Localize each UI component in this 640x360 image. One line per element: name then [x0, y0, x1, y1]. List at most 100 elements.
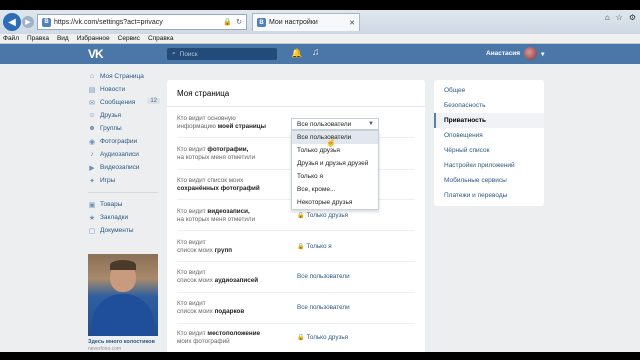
- games-icon: ✦: [89, 177, 95, 185]
- home-button-icon[interactable]: ⌂: [605, 13, 610, 22]
- avatar: [524, 47, 538, 60]
- sidebar-item-label: Аудиозаписи: [100, 151, 139, 158]
- sidebar-item-label: Видеозаписи: [100, 164, 140, 171]
- sidebar-item-my-page[interactable]: ⌂ Моя Страница: [88, 70, 164, 83]
- sidebar-item-messages[interactable]: ✉ Сообщения 12: [88, 96, 164, 109]
- privacy-value[interactable]: 🔒 Только друзья: [297, 334, 348, 342]
- question-text-bold: фотографии,: [207, 146, 249, 153]
- back-button[interactable]: ◀: [3, 13, 21, 31]
- user-menu[interactable]: Анастасия ▾: [486, 47, 544, 60]
- sidebar-item-goods[interactable]: ▣ Товары: [88, 198, 164, 211]
- browser-toolbar: ◀ ▶ B https://vk.com/settings?act=privac…: [0, 10, 640, 34]
- question-text: список моих: [177, 308, 215, 315]
- video-frame: ◀ ▶ B https://vk.com/settings?act=privac…: [0, 0, 640, 360]
- menu-tools[interactable]: Сервис: [118, 35, 140, 42]
- chevron-down-icon: ▾: [541, 50, 545, 58]
- menu-help[interactable]: Справка: [148, 35, 174, 42]
- sidebar-item-label: Товары: [100, 201, 123, 208]
- privacy-value-text: Все пользователи: [297, 273, 350, 280]
- groups-icon: ☻: [88, 125, 96, 132]
- goods-icon: ▣: [88, 201, 96, 209]
- privacy-question: Кто видит список моих аудиозаписей: [177, 269, 287, 285]
- sidebar-item-games[interactable]: ✦ Игры: [88, 174, 164, 187]
- privacy-value[interactable]: 🔒 Только друзья: [297, 212, 348, 220]
- sidebar-item-label: Игры: [100, 177, 116, 184]
- lock-icon: 🔒: [297, 335, 305, 341]
- search-placeholder: Поиск: [179, 50, 198, 58]
- question-text-bold: групп: [214, 247, 233, 254]
- sidebar-item-photos[interactable]: ◉ Фотографии: [88, 135, 164, 148]
- settings-item-notifications[interactable]: Оповещения: [434, 128, 544, 143]
- sidebar-item-news[interactable]: ▤ Новости: [88, 83, 164, 96]
- settings-gear-icon[interactable]: ⚙: [629, 13, 636, 22]
- dropdown-selected-text: Все пользователи: [297, 120, 352, 128]
- sidebar-item-documents[interactable]: ▢ Документы: [88, 224, 164, 237]
- refresh-icon[interactable]: ↻: [236, 18, 242, 26]
- dropdown-option[interactable]: Друзья и друзья друзей: [292, 157, 378, 170]
- vk-logo[interactable]: VK: [88, 47, 104, 61]
- settings-item-privacy[interactable]: Приватность: [434, 113, 544, 128]
- panel-divider: [167, 106, 425, 107]
- lock-icon[interactable]: 🔒: [223, 18, 232, 26]
- dropdown-option[interactable]: Некоторые друзья: [292, 196, 378, 209]
- dropdown-option[interactable]: Только я: [292, 170, 378, 183]
- privacy-question: Кто видит список моих подарков: [177, 300, 287, 316]
- chevron-down-icon: ▼: [368, 121, 374, 127]
- menu-edit[interactable]: Правка: [27, 35, 49, 42]
- question-text: Кто видит: [177, 146, 208, 153]
- settings-item-general[interactable]: Общее: [434, 83, 544, 98]
- sidebar-item-label: Фотографии: [100, 138, 138, 145]
- settings-item-blacklist[interactable]: Чёрный список: [434, 143, 544, 158]
- address-bar[interactable]: B https://vk.com/settings?act=privacy 🔒 …: [37, 14, 247, 30]
- question-text: список моих: [177, 247, 215, 254]
- settings-item-apps[interactable]: Настройки приложений: [434, 158, 544, 173]
- sidebar-item-bookmarks[interactable]: ★ Закладки: [88, 211, 164, 224]
- site-icon: B: [42, 17, 51, 27]
- privacy-dropdown[interactable]: Все пользователи ▼: [291, 118, 379, 130]
- menu-favorites[interactable]: Избранное: [77, 35, 110, 42]
- question-text: моих фотографий: [177, 338, 230, 345]
- ad-caption[interactable]: Здесь много колостиков: [88, 339, 158, 345]
- tab-title: Мои настройки: [269, 19, 318, 26]
- privacy-question: Кто видит местоположение моих фотографий: [177, 330, 287, 346]
- question-text-bold: местоположение: [207, 330, 261, 337]
- search-input[interactable]: ⌕ Поиск: [167, 48, 277, 60]
- news-icon: ▤: [88, 86, 96, 94]
- dropdown-option[interactable]: Все, кроме...: [292, 183, 378, 196]
- privacy-question: Кто видит основную информацию моей страни…: [177, 115, 287, 131]
- photo-body-shape: [92, 294, 154, 336]
- music-note-icon[interactable]: ♫: [312, 47, 320, 58]
- sidebar-item-audio[interactable]: ♪ Аудиозаписи: [88, 148, 164, 161]
- privacy-value[interactable]: Все пользователи: [297, 273, 350, 281]
- menu-file[interactable]: Файл: [3, 35, 19, 42]
- sidebar-item-groups[interactable]: ☻ Группы: [88, 122, 164, 135]
- browser-menubar: Файл Правка Вид Избранное Сервис Справка: [0, 34, 640, 44]
- question-text-bold: аудиозаписей: [214, 277, 259, 284]
- sidebar-item-label: Группы: [100, 125, 122, 132]
- ad-photo-card[interactable]: Здесь много колостиков neverfono.com: [88, 254, 158, 352]
- settings-item-security[interactable]: Безопасность: [434, 98, 544, 113]
- search-icon: ⌕: [172, 50, 176, 57]
- row-divider: [177, 261, 415, 262]
- question-text: информацию: [177, 123, 218, 130]
- privacy-value[interactable]: Все пользователи: [297, 304, 350, 312]
- notifications-bell-icon[interactable]: 🔔: [291, 48, 302, 59]
- privacy-value[interactable]: 🔒 Только я: [297, 243, 332, 251]
- question-text-bold: сохранённых фотографий: [177, 185, 260, 192]
- sidebar-item-friends[interactable]: ☺ Друзья: [88, 109, 164, 122]
- left-sidebar: ⌂ Моя Страница ▤ Новости ✉ Сообщения 12 ☺ Дру…: [88, 70, 164, 237]
- favorites-icon[interactable]: ☆: [616, 13, 623, 22]
- question-text-bold: моей страницы: [217, 123, 267, 130]
- browser-tab[interactable]: B Мои настройки ✕: [252, 13, 360, 31]
- sidebar-item-video[interactable]: ▶ Видеозаписи: [88, 161, 164, 174]
- window-controls: ⌂ ☆ ⚙: [605, 13, 636, 22]
- lock-icon: 🔒: [297, 244, 305, 250]
- menu-view[interactable]: Вид: [57, 35, 69, 42]
- privacy-question: Кто видит список моих сохранённых фотогра…: [177, 177, 287, 193]
- lock-icon: 🔒: [297, 213, 305, 219]
- settings-item-payments[interactable]: Платежи и переводы: [434, 188, 544, 203]
- settings-item-mobile[interactable]: Мобильные сервисы: [434, 173, 544, 188]
- mouse-cursor-icon: ☝: [326, 138, 336, 147]
- forward-button[interactable]: ▶: [22, 16, 34, 28]
- close-tab-icon[interactable]: ✕: [349, 19, 359, 27]
